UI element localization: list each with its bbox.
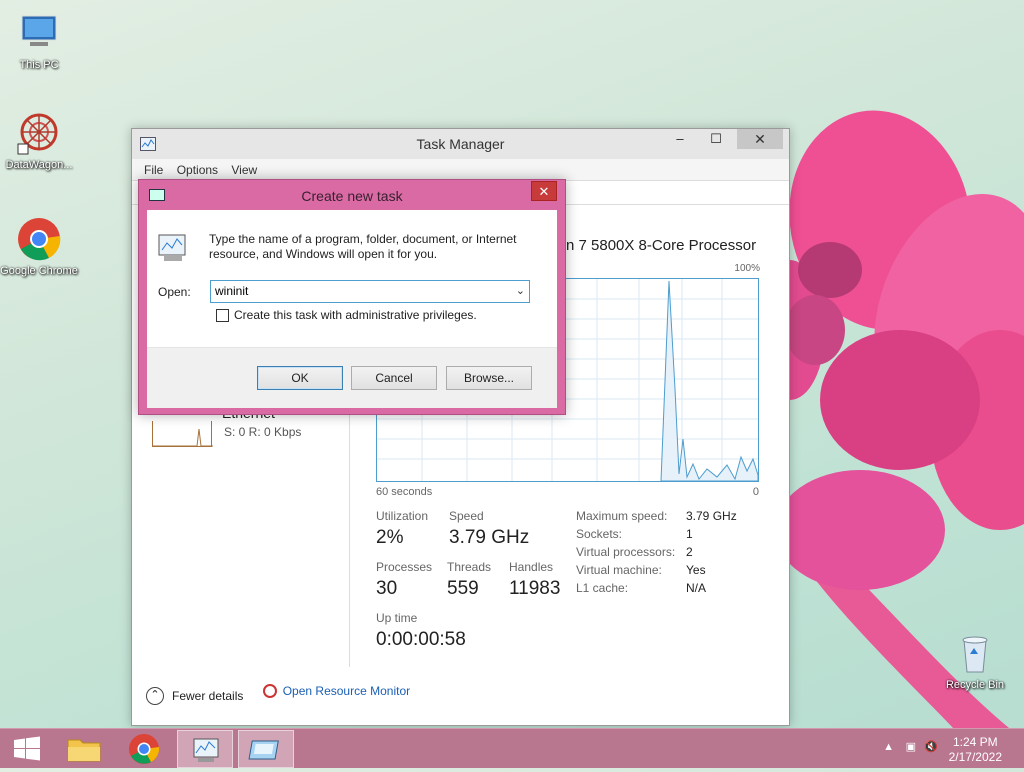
resource-monitor-icon bbox=[262, 684, 277, 698]
uptime-value: 0:00:00:58 bbox=[376, 629, 466, 650]
datawagon-icon bbox=[16, 110, 62, 156]
l1-cache-value: N/A bbox=[686, 581, 707, 595]
max-speed-value: 3.79 GHz bbox=[686, 509, 737, 523]
chrome-icon bbox=[16, 216, 62, 262]
dialog-close-button[interactable]: ✕ bbox=[531, 181, 557, 201]
sockets-value: 1 bbox=[686, 527, 693, 541]
open-resource-monitor-label: Open Resource Monitor bbox=[282, 684, 411, 698]
desktop-icon-this-pc[interactable]: This PC bbox=[0, 10, 78, 72]
speed-label: Speed bbox=[449, 509, 484, 523]
virtual-machine-label: Virtual machine: bbox=[576, 563, 662, 577]
admin-privileges-label: Create this task with administrative pri… bbox=[234, 308, 477, 322]
speed-value: 3.79 GHz bbox=[449, 527, 530, 548]
dialog-titlebar[interactable]: Create new task ✕ bbox=[139, 180, 565, 210]
max-speed-label: Maximum speed: bbox=[576, 509, 668, 523]
processes-label: Processes bbox=[376, 560, 433, 574]
taskbar-task-manager[interactable] bbox=[177, 730, 233, 768]
tray-overflow-icon[interactable]: ▲ bbox=[883, 741, 894, 753]
task-manager-icon bbox=[193, 738, 219, 762]
volume-muted-icon[interactable]: 🔇 bbox=[924, 740, 938, 753]
processes-value: 30 bbox=[376, 578, 398, 599]
desktop-icon-datawagon[interactable]: DataWagon... bbox=[0, 110, 78, 172]
start-button[interactable] bbox=[0, 730, 56, 768]
threads-value: 559 bbox=[447, 578, 479, 599]
open-combobox[interactable]: ⌄ bbox=[210, 280, 530, 303]
fewer-details-button[interactable]: ⌃ Fewer details bbox=[146, 687, 243, 705]
dialog-description: Type the name of a program, folder, docu… bbox=[209, 232, 517, 261]
cpu-name: n 7 5800X 8-Core Processor bbox=[566, 237, 757, 254]
open-label: Open: bbox=[158, 285, 191, 299]
this-pc-icon bbox=[16, 10, 62, 56]
virtual-machine-value: Yes bbox=[686, 563, 706, 577]
cancel-button[interactable]: Cancel bbox=[351, 366, 437, 390]
menu-options[interactable]: Options bbox=[177, 159, 218, 181]
desktop-icon-label: Recycle Bin bbox=[945, 679, 1005, 691]
task-manager-icon bbox=[158, 234, 186, 261]
clock-date: 2/17/2022 bbox=[948, 750, 1002, 764]
checkbox-box[interactable] bbox=[216, 308, 229, 322]
close-button[interactable]: ✕ bbox=[737, 129, 783, 149]
taskbar: ▲ ▣ 🔇 1:24 PM 2/17/2022 bbox=[0, 728, 1024, 768]
create-new-task-dialog[interactable]: Create new task ✕ Type the name of a pro… bbox=[138, 179, 566, 415]
maximize-button[interactable]: ☐ bbox=[701, 129, 731, 151]
graph-max-label: 100% bbox=[734, 263, 760, 274]
menu-file[interactable]: File bbox=[144, 159, 163, 181]
threads-label: Threads bbox=[447, 560, 492, 574]
task-manager-titlebar[interactable]: Task Manager ‒ ☐ ✕ bbox=[132, 129, 789, 159]
run-dialog-icon bbox=[248, 740, 279, 760]
desktop-icon-label: Google Chrome bbox=[0, 265, 78, 277]
taskbar-run-dialog[interactable] bbox=[238, 730, 294, 768]
system-clock[interactable]: 1:24 PM 2/17/2022 bbox=[949, 735, 1002, 765]
chevron-up-icon: ⌃ bbox=[146, 687, 164, 705]
desktop-icon-label: DataWagon... bbox=[5, 159, 73, 171]
graph-time-label: 60 seconds bbox=[376, 486, 433, 498]
handles-value: 11983 bbox=[509, 578, 561, 599]
ethernet-throughput: S: 0 R: 0 Kbps bbox=[224, 425, 302, 439]
file-explorer-icon bbox=[67, 739, 101, 762]
utilization-value: 2% bbox=[376, 527, 404, 548]
chrome-icon bbox=[129, 734, 160, 764]
task-manager-footer: ⌃ Fewer details Open Resource Monitor bbox=[146, 684, 410, 705]
minimize-button[interactable]: ‒ bbox=[665, 129, 695, 151]
taskbar-file-explorer[interactable] bbox=[56, 730, 112, 768]
start-icon bbox=[14, 736, 40, 761]
graph-zero-label: 0 bbox=[752, 486, 759, 498]
uptime-label: Up time bbox=[376, 611, 418, 625]
admin-privileges-checkbox[interactable]: Create this task with administrative pri… bbox=[216, 308, 477, 322]
utilization-label: Utilization bbox=[376, 509, 429, 523]
handles-label: Handles bbox=[509, 560, 554, 574]
chevron-down-icon[interactable]: ⌄ bbox=[516, 284, 525, 297]
taskbar-chrome[interactable] bbox=[116, 730, 172, 768]
virtual-processors-label: Virtual processors: bbox=[576, 545, 676, 559]
ok-button[interactable]: OK bbox=[257, 366, 343, 390]
recycle-bin-icon bbox=[952, 630, 998, 676]
ethernet-thumbnail-graph bbox=[152, 421, 213, 447]
fewer-details-label: Fewer details bbox=[172, 689, 244, 703]
dialog-body: Type the name of a program, folder, docu… bbox=[147, 210, 557, 408]
menu-view[interactable]: View bbox=[231, 159, 257, 181]
menu-bar: File Options View bbox=[132, 159, 789, 181]
open-input[interactable] bbox=[211, 281, 501, 301]
network-icon[interactable]: ▣ bbox=[906, 740, 916, 753]
l1-cache-label: L1 cache: bbox=[576, 581, 629, 595]
clock-time: 1:24 PM bbox=[952, 735, 998, 749]
desktop-icon-recycle-bin[interactable]: Recycle Bin bbox=[936, 630, 1014, 692]
dialog-title: Create new task bbox=[301, 188, 403, 204]
virtual-processors-value: 2 bbox=[686, 545, 693, 559]
sockets-label: Sockets: bbox=[576, 527, 623, 541]
open-resource-monitor-link[interactable]: Open Resource Monitor bbox=[262, 684, 411, 698]
desktop-icon-chrome[interactable]: Google Chrome bbox=[0, 216, 78, 278]
browse-button[interactable]: Browse... bbox=[446, 366, 532, 390]
desktop-icon-label: This PC bbox=[19, 59, 59, 71]
